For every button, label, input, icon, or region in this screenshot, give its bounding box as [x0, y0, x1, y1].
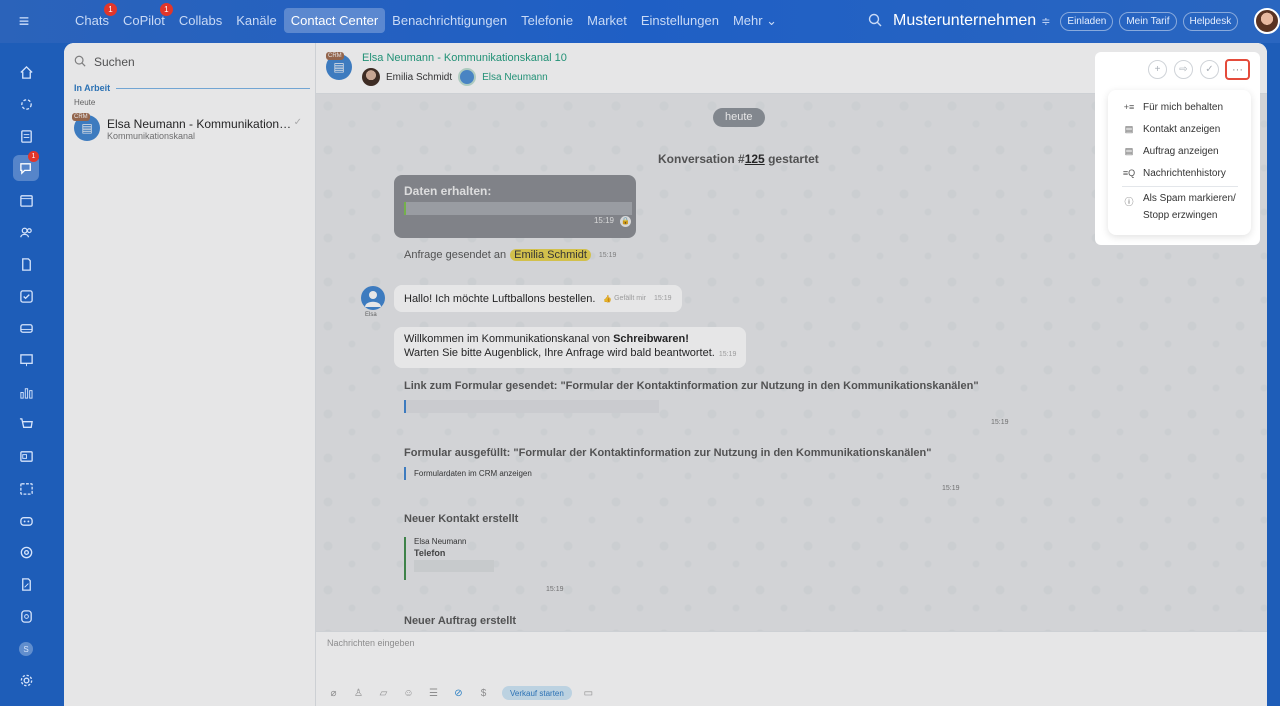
more-options-menu: +≡ Für mich behalten ▤ Kontakt anzeigen ▤ A…	[1108, 90, 1251, 235]
target-icon[interactable]	[13, 539, 39, 565]
menu-divider	[1122, 186, 1238, 187]
menu-item-spam-label: Als Spam markieren/Stopp erzwingen	[1143, 190, 1236, 224]
presentation-icon[interactable]	[13, 347, 39, 373]
pin-icon: +≡	[1123, 102, 1135, 112]
user-initial-icon[interactable]: S	[19, 642, 33, 656]
main-nav: Chats 1 CoPilot 1 Collabs Kanäle Contact C…	[68, 3, 784, 33]
main-panel: Suchen In Arbeit Heute ▤ CRM Elsa Neuman…	[64, 43, 1267, 706]
documents-icon[interactable]	[13, 251, 39, 277]
menu-item-order-label: Auftrag anzeigen	[1143, 146, 1219, 157]
analytics-icon[interactable]	[13, 379, 39, 405]
order-card-icon: ▤	[1124, 146, 1134, 156]
nav-einstellungen[interactable]: Einstellungen	[634, 8, 726, 33]
forward-icon[interactable]: ⇨	[1174, 60, 1193, 79]
nav-mehr[interactable]: Mehr ⌄	[726, 8, 784, 33]
nav-contact-center[interactable]: Contact Center	[283, 8, 386, 33]
menu-item-contact-label: Kontakt anzeigen	[1143, 124, 1221, 135]
hamburger-icon[interactable]: ≡	[14, 12, 34, 30]
nav-copilot[interactable]: CoPilot 1	[116, 3, 173, 33]
more-options-button[interactable]: ···	[1225, 59, 1250, 80]
copilot-icon[interactable]	[13, 91, 39, 117]
sign-icon[interactable]	[13, 571, 39, 597]
history-search-icon: ≡Q	[1122, 168, 1136, 178]
menu-item-keep[interactable]: +≡ Für mich behalten	[1121, 99, 1223, 116]
nav-copilot-badge: 1	[159, 3, 173, 16]
feed-icon[interactable]	[13, 123, 39, 149]
cart-icon[interactable]	[13, 411, 39, 437]
chat-badge: 1	[28, 151, 39, 162]
add-user-icon[interactable]: +	[1148, 60, 1167, 79]
support-icon[interactable]	[13, 603, 39, 629]
nav-market[interactable]: Market	[580, 8, 634, 33]
top-right-area: Musterunternehmen ≑ Einladen Mein Tarif …	[868, 8, 1280, 34]
menu-item-spam-line1: Als Spam markieren/	[1143, 193, 1236, 204]
company-name[interactable]: Musterunternehmen	[893, 12, 1036, 30]
helpdesk-button[interactable]: Helpdesk	[1182, 11, 1239, 31]
spam-icon: ⓘ	[1124, 197, 1134, 207]
header-action-icons: + ⇨ ✓ ···	[1141, 59, 1250, 80]
left-icon-bar: 1 S	[0, 43, 52, 706]
search-icon[interactable]	[868, 13, 888, 30]
calendar-icon[interactable]	[13, 187, 39, 213]
menu-item-spam[interactable]: ⓘ Als Spam markieren/Stopp erzwingen	[1121, 190, 1236, 224]
plan-button[interactable]: Mein Tarif	[1119, 11, 1177, 31]
contacts-icon[interactable]	[13, 219, 39, 245]
nav-chats[interactable]: Chats 1	[68, 3, 117, 33]
nav-benachrichtigungen[interactable]: Benachrichtigungen	[385, 8, 514, 33]
nav-copilot-label: CoPilot	[122, 13, 165, 28]
menu-item-history-label: Nachrichtenhistory	[1143, 168, 1226, 179]
tasks-icon[interactable]	[13, 283, 39, 309]
home-icon[interactable]	[13, 59, 39, 85]
company-switch-icon[interactable]: ≑	[1041, 15, 1050, 28]
inbox-icon[interactable]	[13, 315, 39, 341]
finish-icon[interactable]: ✓	[1200, 60, 1219, 79]
bot-icon[interactable]	[13, 507, 39, 533]
menu-item-keep-label: Für mich behalten	[1143, 102, 1224, 113]
contact-card-icon: ▤	[1124, 124, 1134, 134]
dim-overlay[interactable]	[64, 43, 1267, 706]
menu-item-history[interactable]: ≡Q Nachrichtenhistory	[1121, 165, 1226, 182]
nav-chats-label: Chats	[75, 13, 109, 28]
menu-item-order[interactable]: ▤ Auftrag anzeigen	[1121, 143, 1219, 160]
sites-icon[interactable]	[13, 443, 39, 469]
menu-item-spam-line2: Stopp erzwingen	[1143, 210, 1218, 221]
nav-telefonie[interactable]: Telefonie	[514, 8, 580, 33]
menu-item-contact[interactable]: ▤ Kontakt anzeigen	[1121, 121, 1221, 138]
chat-icon[interactable]: 1	[13, 151, 39, 181]
nav-collabs[interactable]: Collabs	[172, 8, 229, 33]
top-bar: ≡ Chats 1 CoPilot 1 Collabs Kanäle Contact…	[0, 0, 1280, 43]
invite-button[interactable]: Einladen	[1060, 11, 1114, 31]
settings-gear-icon[interactable]	[13, 667, 39, 693]
booking-icon[interactable]	[13, 475, 39, 501]
user-avatar[interactable]	[1254, 8, 1280, 34]
nav-kanaele[interactable]: Kanäle	[229, 8, 283, 33]
